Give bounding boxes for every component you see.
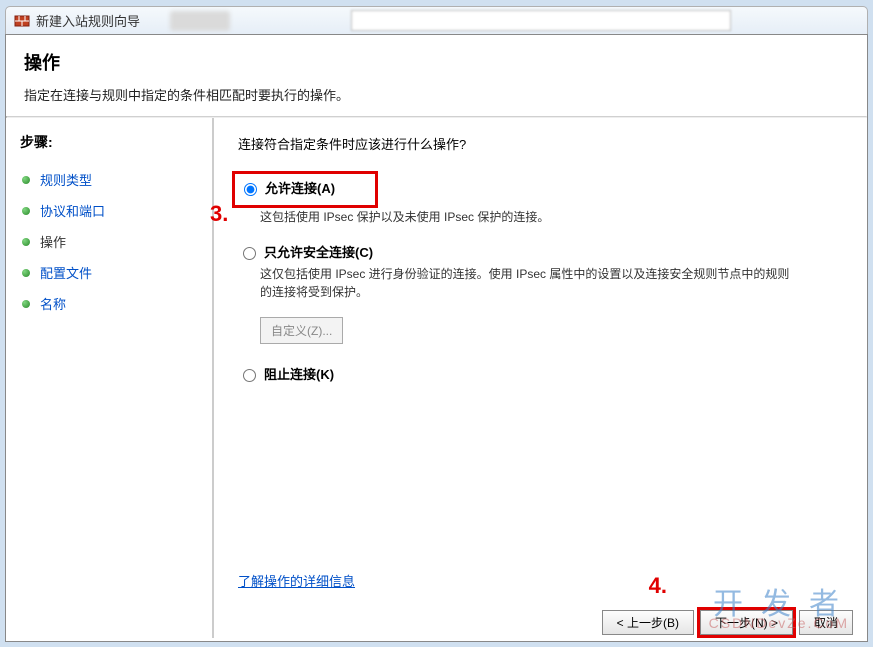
bullet-icon xyxy=(22,269,30,277)
radio-allow[interactable] xyxy=(244,183,257,196)
learn-more-link[interactable]: 了解操作的详细信息 xyxy=(238,571,355,590)
step-label: 操作 xyxy=(40,232,66,251)
step-label: 配置文件 xyxy=(40,263,92,282)
radio-label: 允许连接(A) xyxy=(265,178,335,197)
customize-button: 自定义(Z)... xyxy=(260,317,343,344)
radio-label: 只允许安全连接(C) xyxy=(264,242,373,261)
bullet-icon xyxy=(22,238,30,246)
page-subtitle: 指定在连接与规则中指定的条件相匹配时要执行的操作。 xyxy=(24,85,849,104)
step-protocol-port[interactable]: 协议和端口 xyxy=(20,195,204,226)
next-button[interactable]: 下一步(N) > xyxy=(700,610,793,635)
blurred-field xyxy=(351,10,731,31)
radio-secure[interactable] xyxy=(243,247,256,260)
step-name[interactable]: 名称 xyxy=(20,288,204,319)
step-label: 名称 xyxy=(40,294,66,313)
option-allow[interactable]: 允许连接(A) xyxy=(239,178,335,197)
button-bar: < 上一步(B) 下一步(N) > 取消 xyxy=(602,610,853,635)
title-bar: 新建入站规则向导 xyxy=(5,6,868,34)
step-rule-type[interactable]: 规则类型 xyxy=(20,164,204,195)
window-title: 新建入站规则向导 xyxy=(36,11,140,30)
radio-label: 阻止连接(K) xyxy=(264,364,334,383)
step-profile[interactable]: 配置文件 xyxy=(20,257,204,288)
steps-heading: 步骤: xyxy=(20,132,204,152)
annotation-3: 3. xyxy=(210,201,228,227)
annotation-4: 4. xyxy=(649,573,667,599)
firewall-icon xyxy=(14,13,30,29)
content-panel: 连接符合指定条件时应该进行什么操作? 允许连接(A) 这包括使用 IPsec 保… xyxy=(214,118,867,638)
bullet-icon xyxy=(22,207,30,215)
radio-block[interactable] xyxy=(243,369,256,382)
step-label: 规则类型 xyxy=(40,170,92,189)
bullet-icon xyxy=(22,300,30,308)
steps-sidebar: 步骤: 规则类型 协议和端口 操作 配置文件 xyxy=(6,118,214,638)
cancel-button[interactable]: 取消 xyxy=(799,610,853,635)
step-action[interactable]: 操作 xyxy=(20,226,204,257)
back-button[interactable]: < 上一步(B) xyxy=(602,610,694,635)
step-label: 协议和端口 xyxy=(40,201,105,220)
annotation-highlight-next: 下一步(N) > xyxy=(697,607,796,638)
header-section: 操作 指定在连接与规则中指定的条件相匹配时要执行的操作。 xyxy=(6,35,867,116)
bullet-icon xyxy=(22,176,30,184)
prompt-question: 连接符合指定条件时应该进行什么操作? xyxy=(238,134,843,153)
page-title: 操作 xyxy=(24,49,849,75)
option-block[interactable]: 阻止连接(K) xyxy=(238,364,843,383)
option-secure-desc: 这仅包括使用 IPsec 进行身份验证的连接。使用 IPsec 属性中的设置以及… xyxy=(260,265,790,301)
blurred-region xyxy=(170,11,230,31)
wizard-window: 操作 指定在连接与规则中指定的条件相匹配时要执行的操作。 步骤: 规则类型 协议… xyxy=(5,34,868,642)
option-secure[interactable]: 只允许安全连接(C) xyxy=(238,242,843,261)
annotation-highlight-allow: 允许连接(A) xyxy=(232,171,378,208)
option-allow-desc: 这包括使用 IPsec 保护以及未使用 IPsec 保护的连接。 xyxy=(260,208,790,226)
